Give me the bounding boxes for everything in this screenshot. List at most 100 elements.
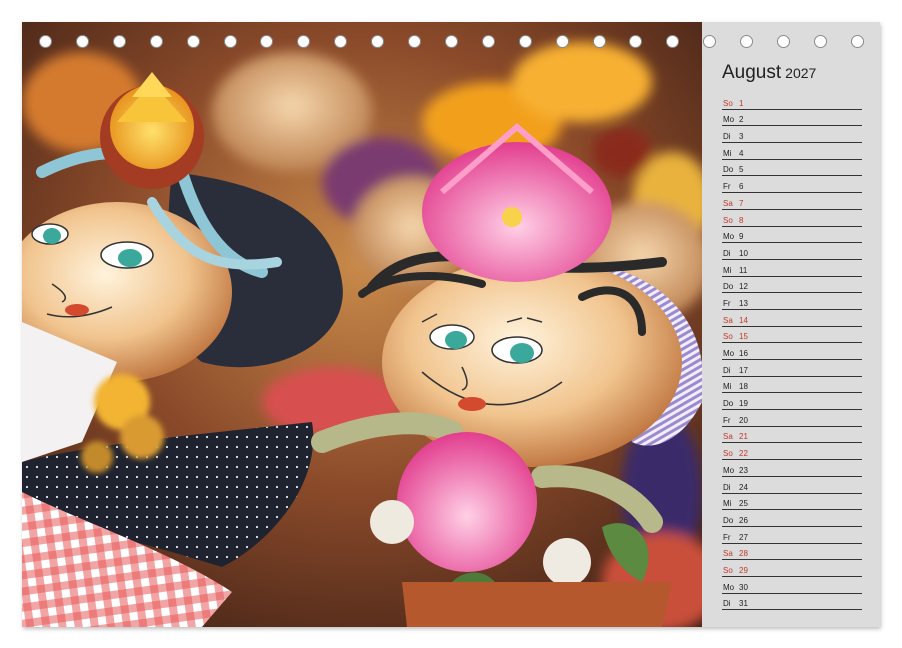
day-row: Do 5 bbox=[722, 160, 862, 177]
day-row: Sa 7 bbox=[722, 193, 862, 210]
weekday-label: Do bbox=[723, 282, 734, 292]
day-number: 13 bbox=[739, 298, 748, 308]
binding-rings bbox=[22, 35, 880, 59]
weekday-label: Mo bbox=[723, 232, 735, 242]
weekday-label: Sa bbox=[723, 315, 733, 325]
day-row: Di 17 bbox=[722, 360, 862, 377]
day-row: Mo 9 bbox=[722, 227, 862, 244]
day-row: Do 26 bbox=[722, 510, 862, 527]
day-row: So 1 bbox=[722, 93, 862, 110]
day-row: So 8 bbox=[722, 210, 862, 227]
weekday-label: Di bbox=[723, 365, 731, 375]
weekday-label: Fr bbox=[723, 532, 731, 542]
day-number: 21 bbox=[739, 432, 748, 442]
weekday-label: Sa bbox=[723, 198, 733, 208]
day-number: 19 bbox=[739, 399, 748, 409]
binding-ring bbox=[112, 35, 126, 48]
day-row: Sa 14 bbox=[722, 310, 862, 327]
binding-ring bbox=[777, 35, 790, 48]
day-row: Mi 25 bbox=[722, 494, 862, 511]
day-number: 3 bbox=[739, 132, 744, 142]
weekday-label: Di bbox=[723, 482, 731, 492]
weekday-label: Mi bbox=[723, 265, 732, 275]
day-row: Mo 2 bbox=[722, 110, 862, 127]
day-number: 4 bbox=[739, 148, 744, 158]
binding-ring bbox=[813, 35, 827, 48]
day-row: So 22 bbox=[722, 443, 862, 461]
calendar-date-panel: August 2027 So 1 Mo 2 Di 3 Mi 4 Do 5 Fr 6 Sa 7 So 8 Mo 9 Di… bbox=[702, 22, 880, 627]
day-number: 17 bbox=[739, 365, 748, 375]
weekday-label: Mi bbox=[723, 499, 732, 509]
day-row: Fr 20 bbox=[722, 410, 862, 427]
binding-ring bbox=[444, 35, 458, 48]
day-row: Mo 16 bbox=[722, 343, 862, 360]
day-number: 1 bbox=[739, 98, 744, 108]
day-number: 26 bbox=[739, 515, 748, 525]
day-row: Mi 11 bbox=[722, 260, 862, 277]
binding-ring bbox=[481, 35, 495, 48]
day-number: 28 bbox=[739, 549, 748, 559]
weekday-label: Mi bbox=[723, 148, 732, 158]
calendar-page: August 2027 So 1 Mo 2 Di 3 Mi 4 Do 5 Fr 6 Sa 7 So 8 Mo 9 Di… bbox=[22, 22, 880, 627]
calendar-photo bbox=[22, 22, 702, 627]
day-number: 24 bbox=[739, 482, 748, 492]
binding-ring bbox=[334, 35, 348, 48]
binding-ring bbox=[223, 35, 237, 48]
day-row: Fr 6 bbox=[722, 176, 862, 194]
weekday-label: Di bbox=[723, 599, 731, 609]
day-number: 25 bbox=[739, 499, 748, 509]
day-number: 18 bbox=[739, 382, 748, 392]
day-number: 14 bbox=[739, 315, 748, 325]
weekday-label: Fr bbox=[723, 298, 731, 308]
year-label: 2027 bbox=[785, 65, 817, 81]
binding-ring bbox=[371, 35, 385, 48]
day-row: Di 10 bbox=[722, 243, 862, 260]
day-number: 23 bbox=[739, 465, 748, 475]
day-number: 12 bbox=[739, 282, 748, 292]
binding-ring bbox=[297, 35, 311, 48]
day-row: Mi 4 bbox=[722, 143, 862, 160]
weekday-label: So bbox=[723, 98, 733, 108]
weekday-label: So bbox=[723, 215, 733, 225]
day-list: So 1 Mo 2 Di 3 Mi 4 Do 5 Fr 6 Sa 7 So 8 Mo 9 Di 10 Mi 11 Do 12 F… bbox=[722, 93, 862, 611]
binding-ring bbox=[629, 35, 643, 48]
binding-ring bbox=[666, 35, 680, 48]
day-row: Mo 30 bbox=[722, 577, 862, 594]
day-number: 7 bbox=[739, 198, 744, 208]
weekday-label: Mo bbox=[723, 582, 735, 592]
binding-ring bbox=[518, 35, 532, 48]
day-row: Di 31 bbox=[722, 594, 862, 611]
day-number: 11 bbox=[739, 265, 748, 275]
month-name: August bbox=[722, 62, 782, 83]
weekday-label: Sa bbox=[723, 549, 733, 559]
binding-ring bbox=[592, 35, 606, 48]
day-row: Mi 18 bbox=[722, 377, 862, 394]
weekday-label: Mo bbox=[723, 465, 735, 475]
day-number: 15 bbox=[739, 332, 748, 342]
day-number: 16 bbox=[739, 349, 748, 358]
day-row: Sa 21 bbox=[722, 427, 862, 444]
day-row: Mo 23 bbox=[722, 460, 862, 477]
day-row: Di 24 bbox=[722, 477, 862, 494]
day-number: 2 bbox=[739, 115, 744, 125]
binding-ring bbox=[186, 35, 200, 48]
day-row: Fr 13 bbox=[722, 293, 862, 310]
weekday-label: So bbox=[723, 449, 733, 459]
weekday-label: So bbox=[723, 332, 733, 342]
weekday-label: Mi bbox=[723, 382, 732, 392]
day-number: 5 bbox=[739, 165, 744, 175]
day-number: 8 bbox=[739, 215, 744, 225]
day-row: Sa 28 bbox=[722, 544, 862, 561]
binding-ring bbox=[850, 35, 864, 48]
binding-ring bbox=[408, 35, 421, 48]
binding-ring bbox=[703, 35, 717, 48]
binding-ring bbox=[740, 35, 754, 48]
day-row: Fr 27 bbox=[722, 527, 862, 544]
day-number: 20 bbox=[739, 415, 748, 425]
binding-ring bbox=[39, 35, 52, 48]
binding-ring bbox=[149, 35, 163, 48]
onion-dolls-illustration bbox=[22, 22, 702, 627]
day-number: 9 bbox=[739, 232, 744, 242]
weekday-label: Di bbox=[723, 132, 731, 142]
weekday-label: Fr bbox=[723, 182, 731, 192]
